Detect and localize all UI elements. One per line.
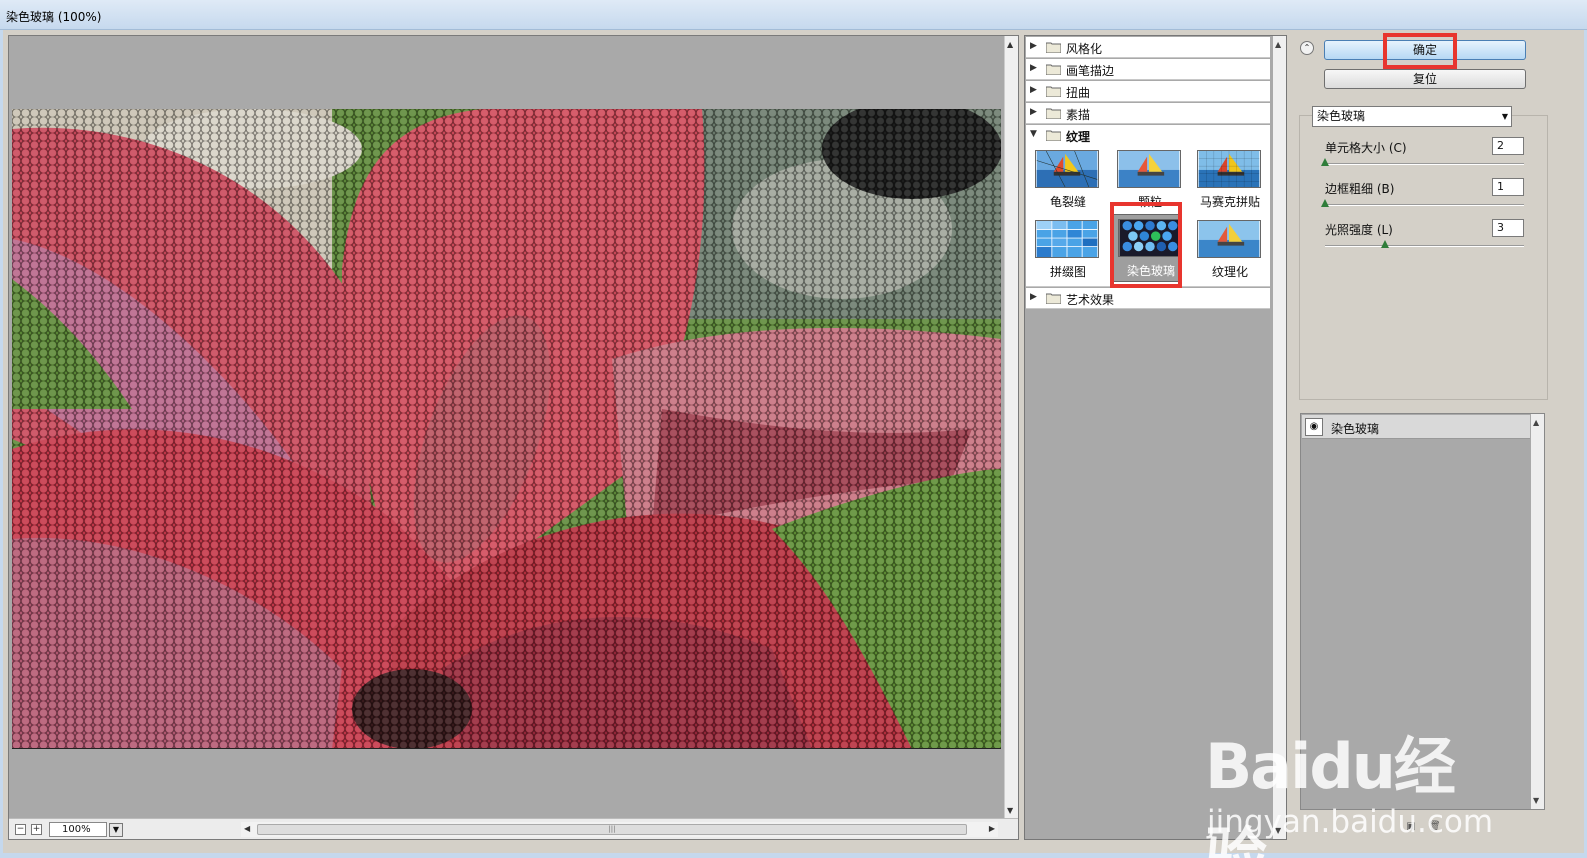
cell-size-slider[interactable]	[1325, 163, 1524, 165]
thumb-label: 龟裂缝	[1049, 195, 1086, 209]
category-texture[interactable]: ▼ 纹理	[1026, 125, 1270, 146]
scroll-up-icon[interactable]: ▲	[1275, 40, 1281, 49]
grain-thumbnail-icon	[1117, 150, 1181, 188]
expand-arrow-icon[interactable]: ▶	[1030, 107, 1037, 117]
category-label: 纹理	[1066, 130, 1091, 144]
scroll-down-icon[interactable]: ▼	[1533, 796, 1539, 805]
eye-icon[interactable]: ◉	[1305, 418, 1323, 436]
folder-icon	[1046, 293, 1061, 304]
new-effect-layer-icon[interactable]: ▣	[1405, 821, 1417, 833]
craquelure-thumbnail-icon	[1035, 150, 1099, 188]
zoom-dropdown-icon[interactable]: ▼	[109, 823, 123, 837]
border-thickness-slider[interactable]	[1325, 204, 1524, 206]
filtered-flower-image	[12, 109, 1001, 748]
preview-vertical-scrollbar[interactable]: ▲ ▼	[1004, 36, 1018, 818]
highlight-ok-button	[1383, 33, 1457, 69]
preview-status-bar: − + 100% ▼ ◀ ||| ▶	[9, 818, 1018, 839]
thumb-patchwork[interactable]: 拼缀图	[1028, 216, 1100, 284]
expand-arrow-icon[interactable]: ▶	[1030, 85, 1037, 95]
scrollbar-thumb[interactable]: |||	[257, 824, 967, 835]
expand-arrow-icon[interactable]: ▶	[1030, 292, 1037, 302]
chevron-down-icon[interactable]: ▼	[1502, 107, 1508, 126]
scroll-up-icon[interactable]: ▲	[1533, 418, 1539, 427]
thumb-texturizer[interactable]: 纹理化	[1190, 216, 1262, 284]
scroll-right-icon[interactable]: ▶	[989, 824, 995, 833]
folder-icon	[1046, 86, 1061, 97]
border-thickness-input[interactable]: 1	[1492, 178, 1524, 196]
thumb-label: 纹理化	[1211, 265, 1248, 279]
expand-arrow-icon[interactable]: ▶	[1030, 63, 1037, 73]
window-title: 染色玻璃 (100%)	[6, 10, 102, 24]
filter-select-dropdown[interactable]: 染色玻璃 ▼	[1312, 106, 1512, 127]
reset-button[interactable]: 复位	[1324, 69, 1526, 89]
highlight-selected-thumbnail	[1110, 202, 1182, 288]
preview-image[interactable]	[12, 109, 1001, 749]
thumb-craquelure[interactable]: 龟裂缝	[1028, 146, 1100, 214]
param-label: 光照强度 (L)	[1325, 223, 1393, 237]
filter-gallery-dialog: ▲ ▼ − + 100% ▼ ◀ ||| ▶ ▶ 风格化 ▶ 画笔描边 ▶ 扭曲…	[0, 30, 1587, 858]
trash-icon[interactable]: 🗑	[1428, 821, 1441, 833]
thumb-label: 马赛克拼贴	[1199, 195, 1260, 209]
category-label: 扭曲	[1066, 86, 1091, 100]
category-label: 素描	[1066, 108, 1091, 122]
category-stylize[interactable]: ▶ 风格化	[1026, 37, 1270, 58]
expand-arrow-icon[interactable]: ▶	[1030, 41, 1037, 51]
texturizer-thumbnail-icon	[1197, 220, 1261, 258]
param-cell-size: 单元格大小 (C) 2	[1300, 137, 1547, 179]
slider-thumb-icon[interactable]	[1381, 240, 1389, 248]
scroll-down-icon[interactable]: ▼	[1275, 826, 1281, 835]
thumb-label: 拼缀图	[1049, 265, 1086, 279]
param-label: 边框粗细 (B)	[1325, 182, 1395, 196]
filter-settings-panel: 单元格大小 (C) 2 边框粗细 (B) 1 光照强度 (L) 3	[1299, 115, 1548, 400]
scroll-down-icon[interactable]: ▼	[1007, 806, 1013, 815]
category-sketch[interactable]: ▶ 素描	[1026, 103, 1270, 124]
patchwork-thumbnail-icon	[1035, 220, 1099, 258]
layers-scrollbar[interactable]: ▲ ▼	[1531, 414, 1544, 809]
category-distort[interactable]: ▶ 扭曲	[1026, 81, 1270, 102]
cell-size-input[interactable]: 2	[1492, 137, 1524, 155]
open-folder-icon	[1046, 130, 1061, 141]
scroll-up-icon[interactable]: ▲	[1007, 40, 1013, 49]
light-intensity-input[interactable]: 3	[1492, 219, 1524, 237]
category-label: 艺术效果	[1066, 293, 1115, 307]
light-intensity-slider[interactable]	[1325, 245, 1524, 247]
collapse-arrow-icon[interactable]: ▼	[1030, 129, 1037, 139]
thumb-mosaic-tiles[interactable]: 马赛克拼贴	[1190, 146, 1262, 214]
effect-layer-row[interactable]: ◉ 染色玻璃	[1302, 415, 1530, 439]
preview-horizontal-scrollbar[interactable]: ◀ ||| ▶	[241, 822, 998, 837]
category-artistic[interactable]: ▶ 艺术效果	[1026, 288, 1270, 309]
folder-icon	[1046, 108, 1061, 119]
param-label: 单元格大小 (C)	[1325, 141, 1407, 155]
effect-layers-panel: ◉ 染色玻璃 ▲ ▼	[1300, 413, 1545, 810]
param-border-thickness: 边框粗细 (B) 1	[1300, 178, 1547, 220]
category-brush-strokes[interactable]: ▶ 画笔描边	[1026, 59, 1270, 80]
folder-icon	[1046, 42, 1061, 53]
slider-thumb-icon[interactable]	[1321, 199, 1329, 207]
title-bar: 染色玻璃 (100%)	[0, 0, 1587, 30]
scroll-left-icon[interactable]: ◀	[244, 824, 250, 833]
slider-thumb-icon[interactable]	[1321, 158, 1329, 166]
folder-icon	[1046, 64, 1061, 75]
preview-area[interactable]: ▲ ▼ − + 100% ▼ ◀ ||| ▶	[8, 35, 1019, 840]
zoom-out-button[interactable]: −	[15, 824, 26, 835]
zoom-level-field[interactable]: 100%	[49, 822, 107, 837]
category-label: 画笔描边	[1066, 64, 1115, 78]
param-light-intensity: 光照强度 (L) 3	[1300, 219, 1547, 261]
layer-label: 染色玻璃	[1331, 422, 1380, 436]
collapse-gallery-icon[interactable]: ⌃	[1300, 41, 1314, 55]
zoom-in-button[interactable]: +	[31, 824, 42, 835]
mosaic-tiles-thumbnail-icon	[1197, 150, 1261, 188]
category-label: 风格化	[1066, 42, 1103, 56]
filter-select-value: 染色玻璃	[1317, 109, 1366, 123]
filter-gallery-panel: ▶ 风格化 ▶ 画笔描边 ▶ 扭曲 ▶ 素描 ▼ 纹理 龟裂缝 颗粒 马赛克拼贴…	[1024, 35, 1287, 840]
gallery-scrollbar[interactable]: ▲ ▼	[1273, 36, 1286, 839]
